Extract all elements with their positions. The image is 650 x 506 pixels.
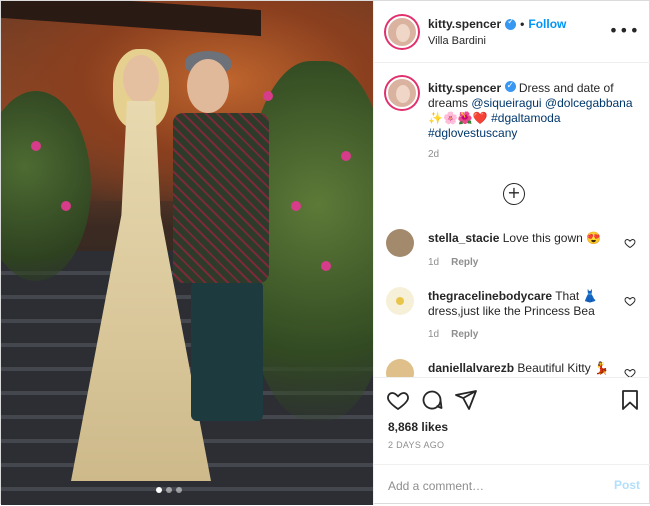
carousel-dot — [166, 487, 172, 493]
comment-body: Love this gown 😍 — [502, 231, 602, 245]
follow-button[interactable]: Follow — [528, 17, 566, 31]
post-actions: 8,868 likes 2 DAYS AGO Post — [374, 377, 650, 505]
plus-circle-icon[interactable]: + — [503, 183, 525, 205]
commenter-avatar[interactable] — [386, 359, 414, 377]
comment-like-heart-icon[interactable] — [624, 237, 636, 249]
sun-logo-icon — [396, 297, 404, 305]
caption-emojis: ✨🌸🌺❤️ — [428, 111, 488, 125]
photo-flower — [291, 201, 301, 211]
hashtag-link[interactable]: #dglovestuscany — [428, 126, 517, 140]
commenter-username[interactable]: stella_stacie — [428, 231, 499, 245]
comment-item: stella_stacie Love this gown 😍 1d Reply — [374, 229, 650, 285]
post-date[interactable]: 2 DAYS AGO — [388, 440, 444, 450]
comment-meta: 1d Reply — [428, 329, 478, 340]
post-photo[interactable] — [1, 1, 373, 505]
separator-dot: • — [520, 17, 525, 31]
comment-time: 1d — [428, 329, 440, 340]
author-line: kitty.spencer • Follow — [428, 17, 566, 32]
add-comment-bar: Post — [374, 464, 650, 506]
heart-icon[interactable] — [386, 388, 410, 412]
author-username[interactable]: kitty.spencer — [428, 17, 501, 31]
post-header: kitty.spencer • Follow Villa Bardini ••• — [374, 1, 650, 63]
caption-time: 2d — [428, 149, 440, 160]
photo-woman-head — [123, 55, 159, 103]
carousel-dot-active — [156, 487, 162, 493]
photo-flower — [321, 261, 331, 271]
bookmark-icon[interactable] — [618, 388, 642, 412]
commenter-username[interactable]: thegracelinebodycare — [428, 289, 552, 303]
caption-avatar[interactable] — [386, 77, 418, 109]
comment-like-heart-icon[interactable] — [624, 295, 636, 307]
photo-man-head — [187, 59, 229, 113]
photo-man-legs — [191, 281, 263, 421]
comment-input[interactable] — [388, 475, 588, 497]
verified-badge-icon — [504, 79, 516, 94]
photo-flower — [61, 201, 71, 211]
comment-text: stella_stacie Love this gown 😍 — [428, 231, 618, 246]
comment-like-heart-icon[interactable] — [624, 367, 636, 377]
commenter-avatar[interactable] — [386, 229, 414, 257]
verified-badge-icon — [505, 17, 517, 30]
photo-flower — [263, 91, 273, 101]
comments-section[interactable]: kitty.spencer Dress and date of dreams @… — [374, 63, 650, 377]
reply-button[interactable]: Reply — [451, 329, 478, 340]
post-caption: kitty.spencer Dress and date of dreams @… — [428, 79, 638, 141]
commenter-username[interactable]: daniellalvarezb — [428, 361, 514, 375]
comment-time: 1d — [428, 257, 440, 268]
post-sidebar: kitty.spencer • Follow Villa Bardini •••… — [373, 1, 650, 505]
commenter-avatar[interactable] — [386, 287, 414, 315]
mention-link[interactable]: @siqueiragui — [471, 96, 541, 110]
post-comment-button[interactable]: Post — [614, 478, 640, 492]
comment-item: daniellalvarezb Beautiful Kitty 💃 — [374, 359, 650, 377]
share-icon[interactable] — [454, 388, 478, 412]
reply-button[interactable]: Reply — [451, 257, 478, 268]
mention-link[interactable]: @dolcegabbana — [545, 96, 633, 110]
comment-text: thegracelinebodycare That 👗 dress,just l… — [428, 289, 618, 319]
more-options-icon[interactable]: ••• — [609, 21, 640, 40]
comment-meta: 1d Reply — [428, 257, 478, 268]
photo-man-jacket — [173, 113, 269, 283]
carousel-dots — [156, 487, 182, 493]
comment-body: Beautiful Kitty 💃 — [517, 361, 610, 375]
comment-icon[interactable] — [420, 388, 444, 412]
post-modal: kitty.spencer • Follow Villa Bardini •••… — [0, 0, 650, 505]
like-count[interactable]: 8,868 likes — [388, 420, 448, 434]
hashtag-link[interactable]: #dgaltamoda — [491, 111, 560, 125]
caption-username[interactable]: kitty.spencer — [428, 81, 501, 95]
photo-flower — [31, 141, 41, 151]
comment-item: thegracelinebodycare That 👗 dress,just l… — [374, 287, 650, 343]
post-location[interactable]: Villa Bardini — [428, 35, 486, 47]
photo-flower — [341, 151, 351, 161]
comment-text: daniellalvarezb Beautiful Kitty 💃 — [428, 361, 618, 376]
carousel-dot — [176, 487, 182, 493]
author-avatar[interactable] — [386, 16, 418, 48]
